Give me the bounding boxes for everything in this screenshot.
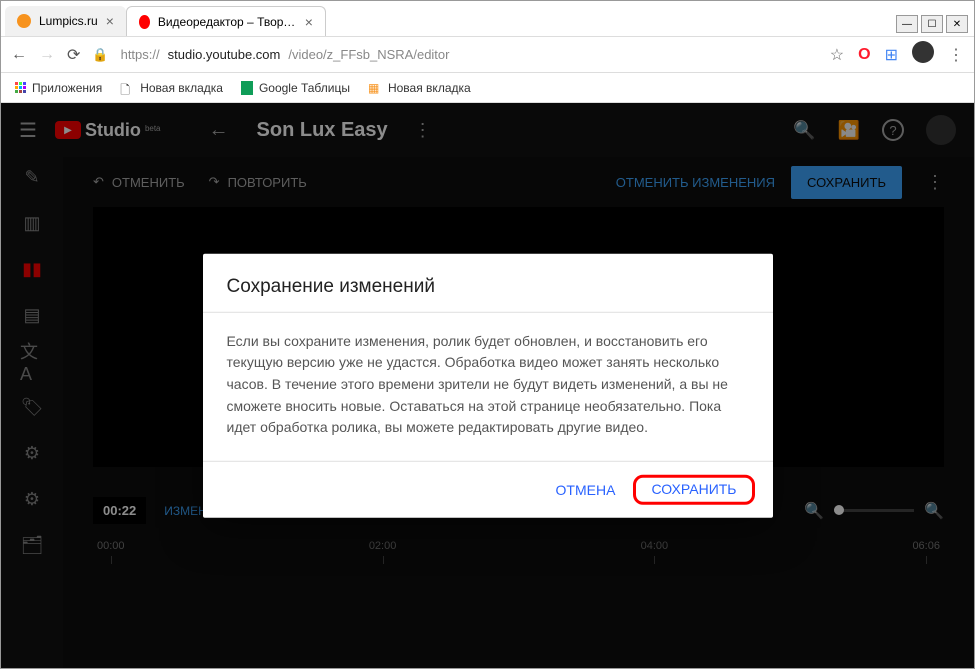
back-button[interactable]: ←: [11, 46, 27, 64]
url-host: studio.youtube.com: [168, 47, 281, 62]
dialog-body: Если вы сохраните изменения, ролик будет…: [203, 312, 773, 460]
menu-icon[interactable]: ⋮: [948, 45, 964, 65]
browser-titlebar: Lumpics.ru × Видеоредактор – Творческая …: [1, 1, 974, 37]
star-icon[interactable]: ☆: [830, 45, 844, 65]
minimize-button[interactable]: —: [896, 15, 918, 33]
bookmark-label: Приложения: [32, 81, 102, 95]
url-input[interactable]: https:// studio.youtube.com/video/z_FFsb_…: [121, 47, 818, 62]
close-icon[interactable]: ×: [106, 13, 114, 29]
tab-title: Видеоредактор – Творческая ст: [158, 15, 297, 29]
avatar-icon[interactable]: [912, 41, 934, 68]
bookmark-label: Новая вкладка: [388, 81, 471, 95]
save-changes-dialog: Сохранение изменений Если вы сохраните и…: [203, 253, 773, 517]
bookmark-item[interactable]: 🗋 Новая вкладка: [120, 81, 223, 95]
maximize-button[interactable]: ☐: [921, 15, 943, 33]
tab-title: Lumpics.ru: [39, 14, 98, 28]
bookmark-item[interactable]: ▦ Новая вкладка: [368, 81, 471, 95]
highlight-annotation: СОХРАНИТЬ: [633, 475, 754, 505]
youtube-studio-app: ☰ ▶ Studio beta ← Son Lux Easy ⋮ 🔍 🎦 ? ✎…: [1, 103, 974, 668]
dialog-cancel-button[interactable]: ОТМЕНА: [544, 474, 628, 506]
bookmark-item[interactable]: Google Таблицы: [241, 81, 350, 95]
url-scheme: https://: [121, 47, 160, 62]
bookmarks-bar: Приложения 🗋 Новая вкладка Google Таблиц…: [1, 73, 974, 103]
bookmark-label: Google Таблицы: [259, 81, 350, 95]
dialog-title: Сохранение изменений: [227, 275, 749, 297]
url-path: /video/z_FFsb_NSRA/editor: [288, 47, 449, 62]
bookmark-label: Новая вкладка: [140, 81, 223, 95]
dialog-save-button[interactable]: СОХРАНИТЬ: [639, 473, 748, 505]
opera-icon[interactable]: O: [858, 46, 870, 64]
extension-icon[interactable]: ⊞: [885, 45, 898, 65]
close-button[interactable]: ✕: [946, 15, 968, 33]
apps-button[interactable]: Приложения: [15, 81, 102, 95]
page-icon: ▦: [368, 81, 382, 95]
favicon-icon: [17, 14, 31, 28]
reload-button[interactable]: ⟳: [67, 45, 80, 65]
lock-icon: 🔒: [92, 47, 108, 63]
browser-tab-lumpics[interactable]: Lumpics.ru ×: [5, 6, 126, 36]
sheets-icon: [241, 81, 253, 95]
close-icon[interactable]: ×: [305, 14, 313, 30]
page-icon: 🗋: [120, 81, 134, 95]
forward-button[interactable]: →: [39, 46, 55, 64]
apps-icon: [15, 82, 26, 93]
dialog-footer: ОТМЕНА СОХРАНИТЬ: [203, 461, 773, 518]
favicon-icon: [139, 15, 150, 29]
address-actions: ☆ O ⊞ ⋮: [830, 41, 964, 68]
browser-tab-youtube[interactable]: Видеоредактор – Творческая ст ×: [126, 6, 326, 36]
address-bar: ← → ⟳ 🔒 https:// studio.youtube.com/video…: [1, 37, 974, 73]
window-controls: — ☐ ✕: [890, 12, 974, 36]
dialog-header: Сохранение изменений: [203, 253, 773, 312]
